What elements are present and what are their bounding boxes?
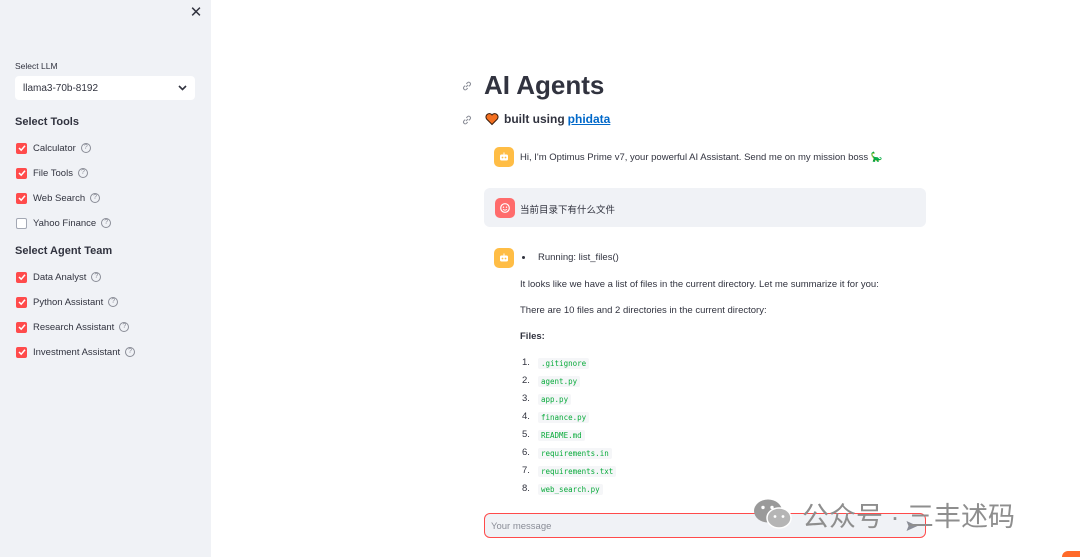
help-icon[interactable]: ?	[91, 272, 102, 282]
list-item-number: 4.	[522, 411, 530, 422]
corner-decoration	[1062, 551, 1080, 557]
sidebar: ✕ Select LLM llama3-70b-8192 Select Tool…	[0, 0, 211, 557]
llm-select-value: llama3-70b-8192	[23, 82, 99, 94]
list-item-filename: requirements.in	[538, 448, 612, 459]
list-item-number: 7.	[522, 465, 530, 476]
checkbox-label: File Tools	[33, 167, 73, 179]
select-agent-team-heading: Select Agent Team	[15, 245, 113, 257]
page-title: AI Agents	[484, 70, 605, 100]
bot-avatar	[494, 147, 514, 167]
wechat-icon	[754, 499, 792, 529]
list-item-number: 8.	[522, 483, 530, 494]
checkbox-file-tools[interactable]: File Tools ?	[16, 166, 88, 180]
list-item-number: 5.	[522, 429, 530, 440]
user-avatar	[495, 198, 515, 218]
checkbox-checked-icon	[16, 192, 27, 204]
checkbox-checked-icon	[16, 321, 27, 333]
checkbox-label: Data Analyst	[33, 271, 87, 283]
close-sidebar-button[interactable]: ✕	[188, 5, 204, 21]
help-icon[interactable]: ?	[119, 322, 130, 332]
checkbox-checked-icon	[16, 167, 27, 179]
robot-icon	[500, 152, 508, 161]
checkbox-investment-assistant[interactable]: Investment Assistant ?	[16, 345, 136, 359]
bot-avatar	[494, 248, 514, 268]
running-tool-text: Running: list_files()	[538, 252, 619, 263]
response-paragraph: It looks like we have a list of files in…	[520, 279, 879, 290]
link-icon[interactable]	[461, 114, 473, 126]
watermark: 公众号 · 三丰述码	[752, 495, 1015, 533]
watermark-text: 公众号 · 三丰述码	[802, 501, 1015, 532]
greeting-message: Hi, I'm Optimus Prime v7, your powerful …	[520, 152, 883, 163]
select-llm-label: Select LLM	[15, 61, 58, 71]
checkbox-checked-icon	[16, 271, 27, 283]
checkbox-unchecked-icon	[16, 217, 27, 229]
checkbox-calculator[interactable]: Calculator ?	[16, 141, 91, 155]
checkbox-label: Yahoo Finance	[33, 217, 97, 229]
checkbox-yahoo-finance[interactable]: Yahoo Finance ?	[16, 216, 112, 230]
checkbox-checked-icon	[16, 142, 27, 154]
list-item-number: 1.	[522, 357, 530, 368]
list-item-number: 2.	[522, 375, 530, 386]
help-icon[interactable]: ?	[108, 297, 119, 307]
help-icon[interactable]: ?	[125, 347, 136, 357]
list-item-filename: app.py	[538, 394, 572, 405]
response-paragraph: There are 10 files and 2 directories in …	[520, 305, 767, 316]
subtitle-text: built using	[504, 112, 565, 126]
llm-select[interactable]: llama3-70b-8192	[15, 76, 195, 100]
list-item-filename: finance.py	[538, 412, 590, 423]
phidata-link[interactable]: phidata	[568, 112, 611, 126]
help-icon[interactable]: ?	[90, 193, 101, 203]
help-icon[interactable]: ?	[80, 143, 91, 153]
checkbox-label: Web Search	[33, 192, 86, 204]
checkbox-web-search[interactable]: Web Search ?	[16, 191, 101, 205]
link-icon[interactable]	[461, 80, 473, 92]
robot-icon	[500, 253, 508, 262]
select-tools-heading: Select Tools	[15, 116, 79, 128]
chevron-down-icon	[178, 85, 187, 91]
checkbox-python-assistant[interactable]: Python Assistant ?	[16, 295, 119, 309]
list-item-filename: requirements.txt	[538, 466, 617, 477]
subtitle: built using phidata	[485, 112, 610, 126]
user-message: 当前目录下有什么文件	[520, 205, 616, 216]
checkbox-label: Research Assistant	[33, 321, 115, 333]
list-item-filename: agent.py	[538, 376, 581, 387]
checkbox-data-analyst[interactable]: Data Analyst ?	[16, 270, 102, 284]
checkbox-checked-icon	[16, 296, 27, 308]
list-item-number: 6.	[522, 447, 530, 458]
files-heading: Files:	[520, 331, 545, 342]
list-item-filename: README.md	[538, 430, 585, 441]
checkbox-label: Python Assistant	[33, 296, 104, 308]
checkbox-research-assistant[interactable]: Research Assistant ?	[16, 320, 130, 334]
face-icon	[500, 203, 510, 213]
checkbox-checked-icon	[16, 346, 27, 358]
heart-icon	[485, 113, 499, 126]
checkbox-label: Calculator	[33, 142, 76, 154]
list-item-filename: web_search.py	[538, 484, 603, 495]
list-item-filename: .gitignore	[538, 358, 590, 369]
bullet	[522, 256, 525, 259]
help-icon[interactable]: ?	[77, 168, 88, 178]
help-icon[interactable]: ?	[101, 218, 112, 228]
list-item-number: 3.	[522, 393, 530, 404]
checkbox-label: Investment Assistant	[33, 346, 121, 358]
